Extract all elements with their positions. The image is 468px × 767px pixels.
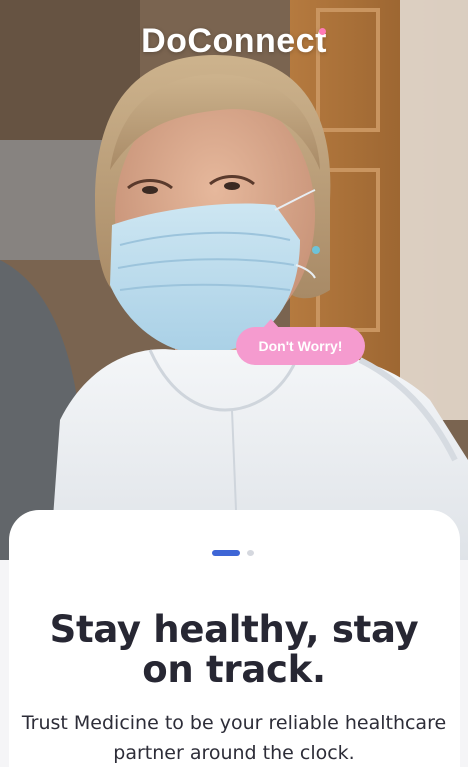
hero-image: [0, 0, 468, 560]
pager-dot-inactive[interactable]: [247, 550, 254, 556]
logo-accent-dot: [319, 28, 326, 35]
pager-indicator: [0, 548, 468, 558]
onboarding-screen: DoConnect Don't Worry! Stay healthy, sta…: [0, 0, 468, 767]
onboarding-subtext: Trust Medicine to be your reliable healt…: [21, 712, 447, 764]
speech-bubble: Don't Worry!: [236, 327, 365, 365]
onboarding-headline: Stay healthy, stay on track.: [49, 608, 419, 691]
brand-logo: DoConnect: [141, 22, 327, 60]
pager-dot-active[interactable]: [212, 550, 240, 556]
